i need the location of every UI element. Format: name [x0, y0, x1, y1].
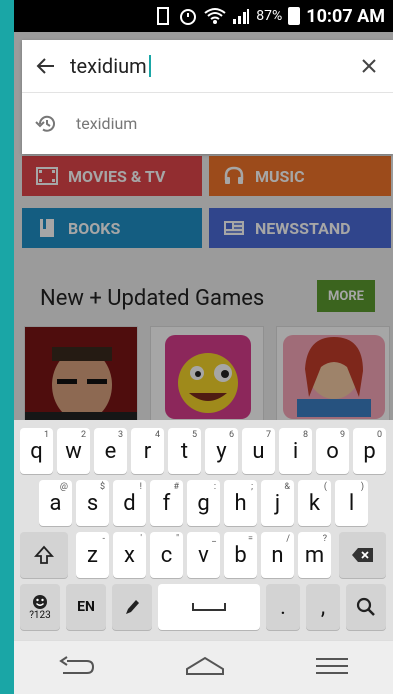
content-area: MOVIES & TV MUSIC BOOKS NEWSSTAND New + … — [14, 32, 393, 694]
key-n[interactable]: / n — [261, 532, 294, 578]
vibrate-icon — [154, 6, 172, 26]
language-label: EN — [77, 599, 95, 615]
navigation-bar — [14, 640, 393, 694]
key-z[interactable]: -z — [76, 532, 109, 578]
key-c[interactable]: " c — [150, 532, 183, 578]
language-key[interactable]: EN — [66, 584, 106, 630]
shift-icon — [34, 545, 54, 564]
search-key[interactable] — [346, 584, 386, 630]
emoji-symbols-key[interactable]: ?123 — [20, 584, 60, 630]
home-nav-button[interactable] — [183, 655, 227, 681]
battery-icon — [288, 7, 301, 25]
search-bar: texidium — [22, 40, 393, 92]
menu-nav-button[interactable] — [314, 655, 350, 681]
key-f[interactable]: # f — [150, 480, 183, 526]
screen: 87% 10:07 AM MOVIES & TV MUSIC BOOKS NEW… — [0, 0, 393, 694]
emoji-key-content: ?123 — [29, 594, 51, 621]
key-x[interactable]: ' x — [113, 532, 146, 578]
key-b[interactable]: = b — [224, 532, 257, 578]
back-icon — [59, 656, 95, 674]
key-j[interactable]: & j — [261, 480, 294, 526]
menu-icon — [315, 658, 348, 674]
space-icon — [192, 603, 226, 611]
space-key[interactable] — [158, 584, 260, 630]
suggestion-item[interactable]: texidium — [22, 93, 393, 154]
smiley-icon — [33, 594, 47, 609]
handwriting-key[interactable] — [112, 584, 152, 630]
clear-button[interactable] — [345, 40, 393, 92]
emoji-key-label: ?123 — [29, 609, 51, 621]
wifi-icon — [204, 7, 226, 25]
comma-key[interactable]: , — [306, 584, 340, 630]
key-g[interactable]: :g — [187, 480, 220, 526]
search-query-text: texidium — [70, 54, 147, 78]
key-k[interactable]: (k — [298, 480, 331, 526]
period-char: . — [280, 594, 286, 620]
home-icon — [186, 656, 225, 675]
backspace-key[interactable] — [339, 532, 386, 578]
text-cursor — [148, 55, 151, 77]
pen-icon — [126, 600, 139, 614]
history-icon — [22, 114, 70, 134]
key-u[interactable]: 7u — [242, 428, 275, 474]
key-i[interactable]: 8i — [279, 428, 312, 474]
back-button[interactable] — [22, 40, 70, 92]
key-d[interactable]: ! d — [113, 480, 146, 526]
comma-char: , — [320, 594, 326, 620]
key-t[interactable]: 5t — [168, 428, 201, 474]
key-v[interactable]: _ v — [187, 532, 220, 578]
key-q[interactable]: 1q — [20, 428, 53, 474]
keyboard: 1q 2w 3e 4r 5t 6y 7u 8i 9o 0p @ a $ s ! d #… — [14, 420, 393, 640]
signal-icon — [232, 7, 250, 25]
screen-edge — [0, 0, 14, 694]
shift-key[interactable] — [20, 532, 68, 578]
key-p[interactable]: 0p — [353, 428, 386, 474]
key-e[interactable]: 3e — [94, 428, 127, 474]
status-bar: 87% 10:07 AM — [14, 0, 393, 32]
clock: 10:07 AM — [306, 5, 385, 27]
key-l[interactable]: ) l — [335, 480, 368, 526]
suggestion-text: texidium — [76, 114, 138, 133]
arrow-left-icon — [36, 58, 54, 74]
battery-percent: 87% — [256, 8, 283, 24]
search-icon — [356, 597, 375, 616]
key-w[interactable]: 2w — [57, 428, 90, 474]
close-icon — [362, 59, 376, 73]
search-input[interactable]: texidium — [70, 54, 345, 78]
key-o[interactable]: 9o — [316, 428, 349, 474]
back-nav-button[interactable] — [57, 655, 97, 681]
key-y[interactable]: 6y — [205, 428, 238, 474]
key-h[interactable]: ; h — [224, 480, 257, 526]
backspace-icon — [351, 548, 373, 562]
search-panel: texidium texidium — [22, 40, 393, 154]
key-r[interactable]: 4r — [131, 428, 164, 474]
period-key[interactable]: . — [266, 584, 300, 630]
key-s[interactable]: $ s — [76, 480, 109, 526]
key-a[interactable]: @ a — [39, 480, 72, 526]
alarm-icon — [178, 6, 198, 26]
key-m[interactable]: ? m — [298, 532, 331, 578]
